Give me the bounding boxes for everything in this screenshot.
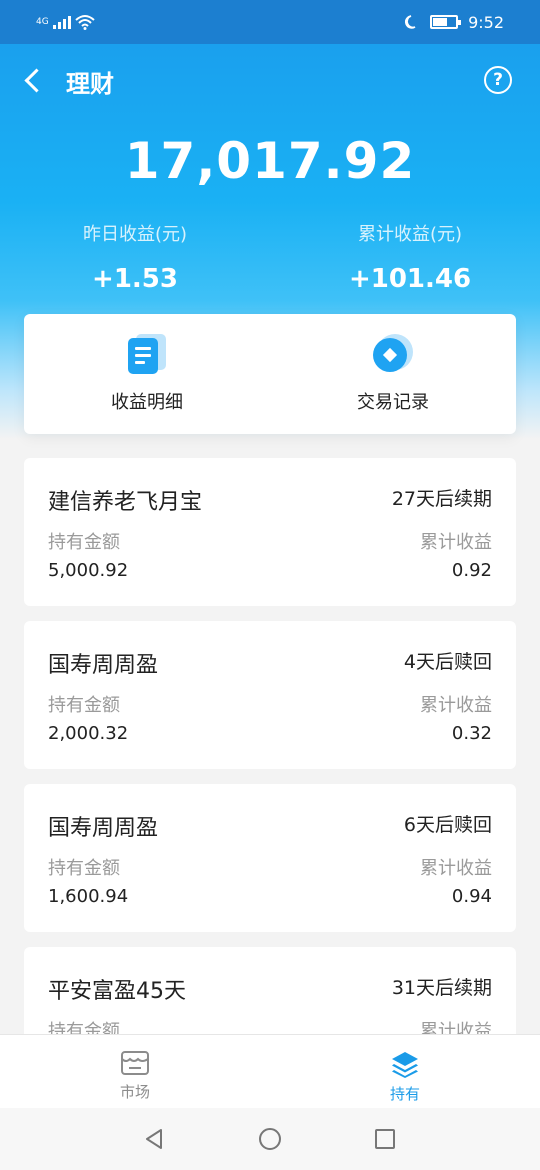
page-title: 理财: [66, 70, 114, 98]
holding-amount-label: 持有金额: [48, 858, 120, 879]
battery-icon: [430, 15, 462, 29]
system-nav-bar: [0, 1108, 540, 1170]
cumulative-income-value: +101.46: [348, 264, 472, 294]
wifi-icon: [75, 15, 95, 30]
cumulative-income-label: 累计收益(元): [357, 224, 463, 245]
status-left: 4G: [36, 14, 95, 30]
holding-income-label: 累计收益: [420, 532, 492, 553]
transaction-record-button[interactable]: 交易记录: [270, 314, 516, 434]
status-bar: 4G 9:52: [0, 0, 540, 44]
market-icon: [121, 1051, 149, 1075]
holding-card[interactable]: 国寿周周盈 6天后赎回 持有金额 累计收益 1,600.94 0.94: [24, 784, 516, 932]
holding-amount-label: 持有金额: [48, 1021, 120, 1034]
status-time: 9:52: [468, 12, 504, 32]
bottom-tab-bar: 市场 持有: [0, 1034, 540, 1108]
holding-term: 6天后赎回: [403, 814, 492, 836]
nav-bar: 理财 ?: [0, 44, 540, 118]
tab-market[interactable]: 市场: [0, 1035, 270, 1108]
network-type: 4G: [36, 17, 49, 27]
holding-income-label: 累计收益: [420, 695, 492, 716]
cumulative-income: 累计收益(元) +101.46: [275, 220, 540, 294]
recents-square-icon[interactable]: [373, 1127, 397, 1151]
home-circle-icon[interactable]: [258, 1127, 282, 1151]
yesterday-income: 昨日收益(元) +1.53: [0, 220, 270, 294]
transaction-record-label: 交易记录: [357, 392, 429, 413]
holding-term: 4天后赎回: [403, 651, 492, 673]
holding-amount: 2,000.32: [48, 723, 129, 744]
holding-card[interactable]: 平安富盈45天 31天后续期 持有金额 累计收益: [24, 947, 516, 1034]
help-icon[interactable]: ?: [484, 66, 512, 94]
holding-name: 平安富盈45天: [48, 979, 186, 1004]
coin-icon: [373, 334, 413, 374]
quick-actions-card: 收益明细 交易记录: [24, 314, 516, 434]
tab-holdings[interactable]: 持有: [270, 1035, 540, 1108]
holding-name: 国寿周周盈: [48, 653, 159, 678]
holding-income-label: 累计收益: [420, 1021, 492, 1034]
yesterday-income-value: +1.53: [92, 264, 178, 294]
holding-name: 国寿周周盈: [48, 816, 159, 841]
holding-term: 27天后续期: [391, 488, 492, 510]
holding-amount-label: 持有金额: [48, 695, 120, 716]
holding-name: 建信养老飞月宝: [48, 490, 203, 515]
yesterday-income-label: 昨日收益(元): [82, 224, 188, 245]
document-icon: [128, 334, 166, 374]
back-button[interactable]: [22, 66, 48, 96]
status-right: 9:52: [404, 13, 504, 32]
holding-amount-label: 持有金额: [48, 532, 120, 553]
holdings-layers-icon: [392, 1052, 418, 1078]
back-triangle-icon[interactable]: [142, 1127, 166, 1151]
income-detail-label: 收益明细: [111, 392, 183, 413]
holding-term: 31天后续期: [391, 977, 492, 999]
holding-card[interactable]: 国寿周周盈 4天后赎回 持有金额 累计收益 2,000.32 0.32: [24, 621, 516, 769]
holding-income: 0.94: [451, 886, 492, 907]
tab-holdings-label: 持有: [389, 1085, 420, 1103]
holding-income: 0.92: [451, 560, 492, 581]
holding-amount: 1,600.94: [48, 886, 129, 907]
total-assets: 17,017.92: [124, 132, 416, 190]
income-detail-button[interactable]: 收益明细: [24, 314, 270, 434]
signal-icon: [52, 15, 71, 29]
holding-income-label: 累计收益: [420, 858, 492, 879]
holding-amount: 5,000.92: [48, 560, 129, 581]
moon-icon: [405, 15, 416, 29]
holding-card[interactable]: 建信养老飞月宝 27天后续期 持有金额 累计收益 5,000.92 0.92: [24, 458, 516, 606]
tab-market-label: 市场: [119, 1083, 150, 1101]
holding-income: 0.32: [451, 723, 492, 744]
battery-fill: [433, 18, 448, 26]
